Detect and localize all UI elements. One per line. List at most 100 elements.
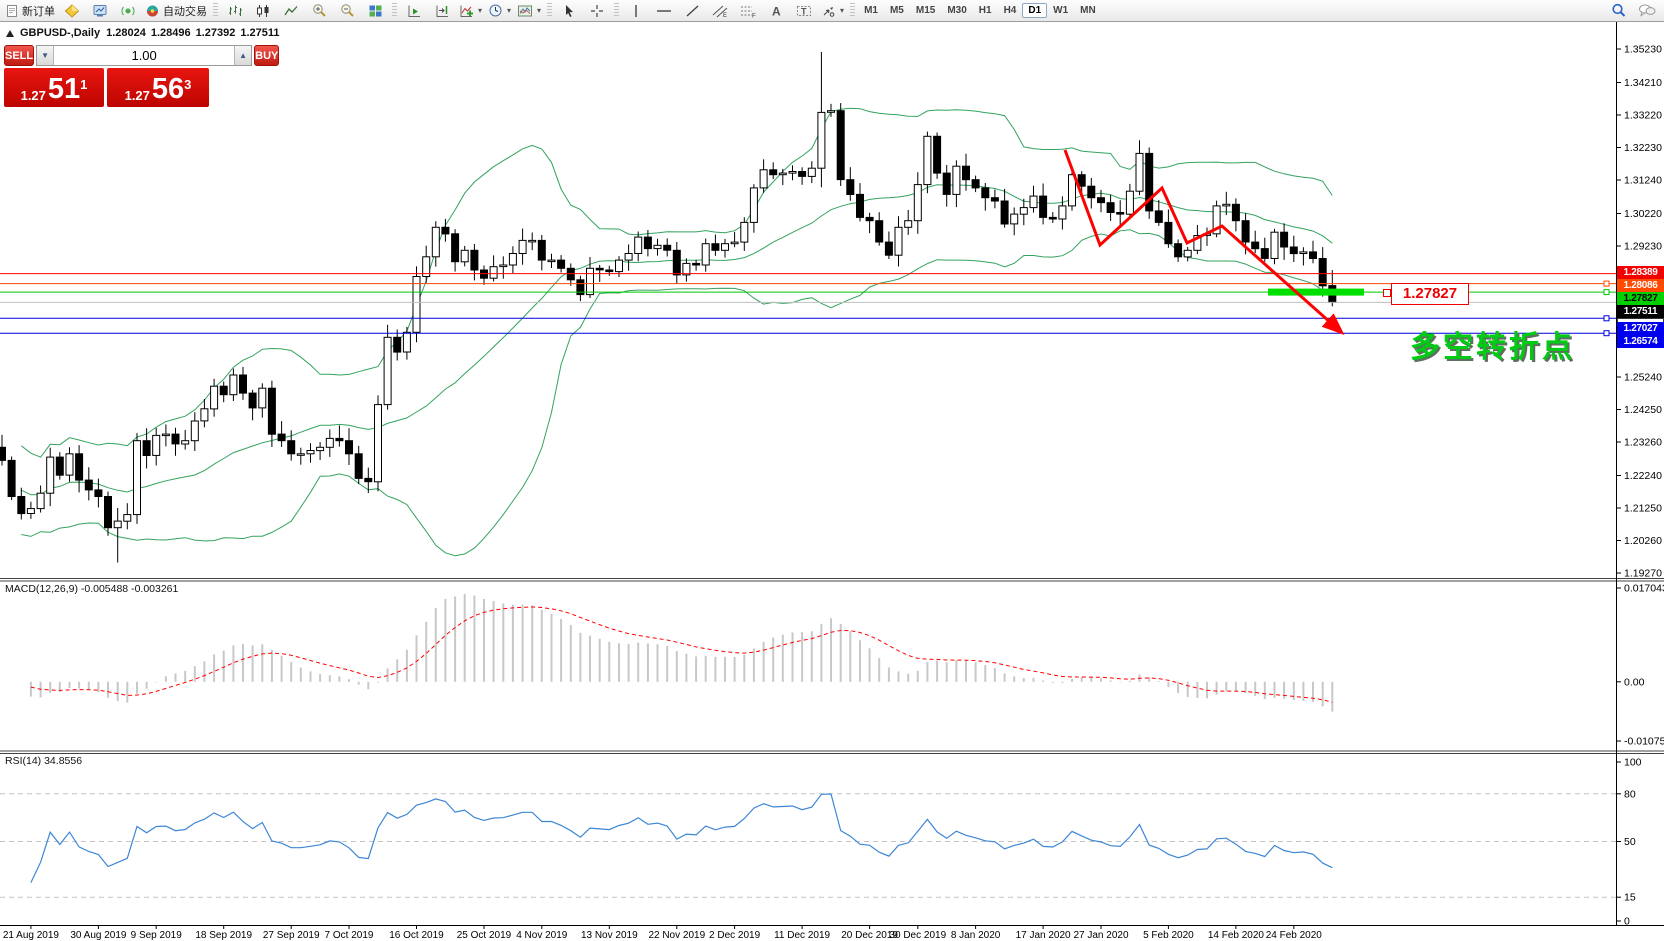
zoom-out-icon: [340, 3, 355, 18]
timeframe-M15[interactable]: M15: [910, 3, 941, 18]
cursor-button[interactable]: [555, 1, 583, 20]
level-label-handle[interactable]: [1383, 289, 1391, 297]
trendline-button[interactable]: [678, 1, 706, 20]
crosshair-button[interactable]: [583, 1, 611, 20]
candles-layer: [0, 52, 1336, 563]
chart-shift-button[interactable]: [428, 1, 456, 20]
buy-button[interactable]: BUY: [254, 45, 279, 66]
svg-text:25 Oct 2019: 25 Oct 2019: [457, 930, 512, 941]
new-order-label: 新订单: [22, 3, 55, 19]
level-price-label[interactable]: 1.27827: [1391, 283, 1469, 305]
timeframe-M30[interactable]: M30: [941, 3, 972, 18]
candlestick-chart-button[interactable]: [249, 1, 277, 20]
text-icon: A: [770, 4, 783, 18]
turning-point-annotation[interactable]: 多空转折点: [1410, 322, 1575, 366]
close-value: 1.27511: [240, 27, 279, 39]
chevron-down-icon: ▾: [840, 6, 844, 15]
macd-indicator-label: MACD(12,26,9) -0.005488 -0.003261: [5, 583, 178, 595]
auto-trading-button[interactable]: 自动交易: [142, 1, 210, 20]
high-value: 1.28496: [151, 27, 191, 39]
chevron-down-icon: ▾: [537, 6, 541, 15]
buy-price-tile[interactable]: 1.27 56 3: [107, 68, 209, 107]
svg-text:18 Sep 2019: 18 Sep 2019: [195, 930, 252, 941]
new-order-icon: [6, 4, 19, 18]
zoom-in-button[interactable]: [305, 1, 333, 20]
support-zone-bar[interactable]: [1268, 289, 1364, 296]
toolbar-grip: [392, 3, 397, 18]
zoom-in-icon: [312, 3, 327, 18]
timeframe-MN[interactable]: MN: [1074, 3, 1102, 18]
bar-chart-button[interactable]: [221, 1, 249, 20]
svg-text:17 Jan 2020: 17 Jan 2020: [1016, 930, 1071, 941]
collapse-trade-panel-icon[interactable]: [6, 30, 14, 37]
timeframe-H1[interactable]: H1: [973, 3, 998, 18]
chart-canvas[interactable]: 1.352301.342101.332201.322301.312401.302…: [0, 0, 1664, 941]
add-indicator-button[interactable]: ▾: [456, 1, 485, 20]
price-scale-tag[interactable]: 1.28086: [1617, 279, 1664, 292]
market-watch-icon: [92, 4, 108, 18]
svg-text:1.29230: 1.29230: [1624, 241, 1662, 253]
search-button[interactable]: [1605, 1, 1633, 20]
fibonacci-icon: F: [740, 4, 756, 18]
sell-price-big: 51: [48, 75, 80, 104]
price-scale-tag[interactable]: 1.27511: [1617, 305, 1664, 318]
zoom-out-button[interactable]: [333, 1, 361, 20]
svg-text:1.25240: 1.25240: [1624, 372, 1662, 384]
text-label-button[interactable]: T: [790, 1, 818, 20]
gold-diamond-icon: [64, 4, 80, 18]
svg-text:15: 15: [1624, 892, 1636, 904]
timeframe-W1[interactable]: W1: [1047, 3, 1074, 18]
price-scale-tag[interactable]: 1.28389: [1617, 266, 1664, 279]
svg-text:16 Oct 2019: 16 Oct 2019: [389, 930, 444, 941]
macd-histogram: [30, 594, 1333, 712]
sell-price-tile[interactable]: 1.27 51 1: [4, 68, 104, 107]
history-center-button[interactable]: [58, 1, 86, 20]
horizontal-line-button[interactable]: [650, 1, 678, 20]
template-button[interactable]: ▾: [514, 1, 544, 20]
vertical-line-button[interactable]: [622, 1, 650, 20]
signal-button[interactable]: [114, 1, 142, 20]
add-indicator-icon: [459, 4, 474, 18]
svg-text:1.24250: 1.24250: [1624, 404, 1662, 416]
toolbar-grip: [547, 3, 552, 18]
channel-button[interactable]: E: [706, 1, 734, 20]
buy-price-whole: 1.27: [125, 87, 150, 104]
svg-text:A: A: [772, 4, 781, 18]
fibonacci-button[interactable]: F: [734, 1, 762, 20]
svg-text:1.23260: 1.23260: [1624, 437, 1662, 449]
timeframe-H4[interactable]: H4: [998, 3, 1023, 18]
horizontal-level-lines[interactable]: [0, 274, 1616, 336]
auto-scroll-button[interactable]: [400, 1, 428, 20]
svg-text:0.017043: 0.017043: [1624, 583, 1664, 595]
ohlc-values: 1.28024 1.28496 1.27392 1.27511: [106, 27, 279, 39]
volume-increase-button[interactable]: ▲: [234, 46, 251, 65]
timeframe-D1[interactable]: D1: [1022, 3, 1047, 18]
svg-text:30 Aug 2019: 30 Aug 2019: [70, 930, 127, 941]
svg-text:E: E: [723, 13, 727, 18]
buy-price-pip: 3: [184, 70, 191, 100]
svg-text:1.31240: 1.31240: [1624, 175, 1662, 187]
timeframe-M1[interactable]: M1: [858, 3, 884, 18]
volume-decrease-button[interactable]: ▼: [37, 46, 54, 65]
price-scale-tag[interactable]: 1.27027: [1617, 322, 1664, 335]
timeframe-M5[interactable]: M5: [884, 3, 910, 18]
chat-button[interactable]: [1633, 1, 1661, 20]
trendline-icon: [685, 4, 700, 18]
bar-chart-icon: [227, 4, 243, 18]
volume-input[interactable]: [54, 46, 234, 65]
price-scale-tag[interactable]: 1.27827: [1617, 292, 1664, 305]
price-scale-tag[interactable]: 1.26574: [1617, 335, 1664, 348]
market-watch-button[interactable]: [86, 1, 114, 20]
svg-text:21 Aug 2019: 21 Aug 2019: [3, 930, 60, 941]
line-chart-button[interactable]: [277, 1, 305, 20]
svg-text:11 Dec 2019: 11 Dec 2019: [774, 930, 830, 941]
text-label-icon: T: [796, 4, 812, 18]
sell-button[interactable]: SELL: [4, 45, 34, 66]
text-button[interactable]: A: [762, 1, 790, 20]
period-clock-button[interactable]: ▾: [485, 1, 514, 20]
trend-arrow-annotation[interactable]: [1065, 150, 1340, 331]
svg-text:50: 50: [1624, 836, 1636, 848]
tile-windows-button[interactable]: [361, 1, 389, 20]
new-order-button[interactable]: 新订单: [3, 1, 58, 20]
arrows-button[interactable]: ▾: [818, 1, 847, 20]
